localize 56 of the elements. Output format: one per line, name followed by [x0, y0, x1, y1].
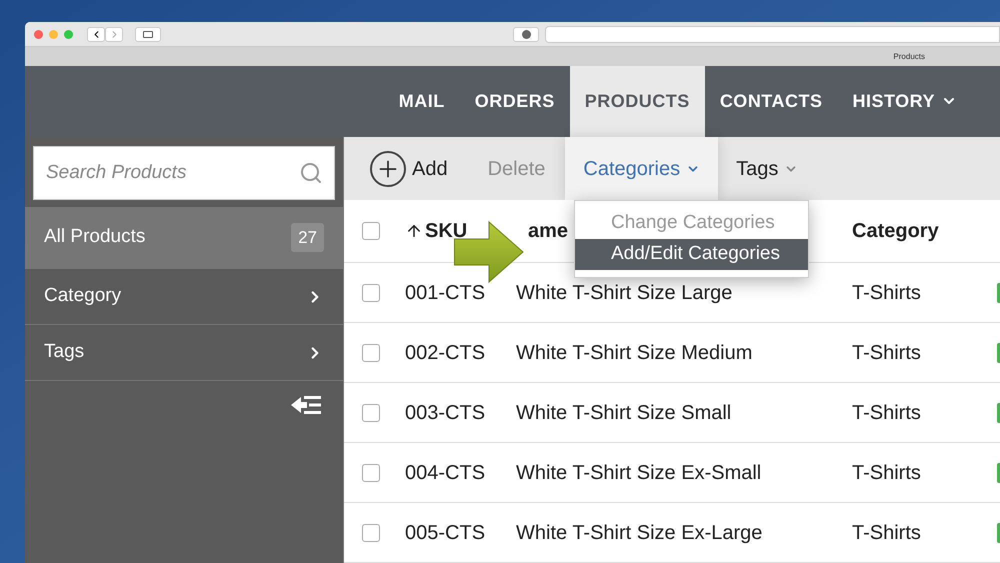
tab-title[interactable]: Products	[893, 50, 925, 63]
search-icon	[299, 161, 323, 185]
column-header[interactable]: SKU	[425, 216, 468, 246]
sidebar-item[interactable]: All Products 27	[25, 207, 343, 269]
status-tag	[997, 342, 1000, 362]
table-cell-text: White T-Shirt Size Large	[516, 280, 734, 306]
nav-tab[interactable]: ORDERS	[460, 66, 570, 137]
table-cell-text: T-Shirts	[852, 520, 921, 546]
count-badge: 27	[291, 222, 324, 252]
table-row[interactable]: 004-CTS White T-Shirt Size Ex-Small T-Shirts	[344, 443, 1000, 503]
status-tag	[997, 462, 1000, 482]
row-checkbox[interactable]	[362, 404, 380, 422]
column-header[interactable]: Category	[852, 216, 939, 246]
menu-item[interactable]: Add/Edit Categories	[575, 239, 808, 270]
table-cell-text: 003-CTS	[405, 400, 486, 426]
sidebar-item-label: All Products	[44, 225, 146, 250]
table-row[interactable]: 003-CTS White T-Shirt Size Small T-Shirts	[344, 383, 1000, 443]
sidebar-toggle-icon[interactable]	[135, 26, 161, 42]
table-cell-text: White T-Shirt Size Small	[516, 400, 732, 426]
nav-tab[interactable]: MAIL	[384, 66, 460, 137]
row-checkbox[interactable]	[362, 524, 380, 542]
add-button[interactable]: Add	[370, 137, 468, 200]
dropdown-button[interactable]: Tags	[718, 137, 816, 200]
nav-tab[interactable]: HISTORY	[837, 66, 972, 137]
dropdown-button[interactable]: Categories	[565, 137, 718, 200]
table-cell-text: T-Shirts	[852, 340, 921, 366]
table-cell-text: 002-CTS	[405, 340, 486, 366]
row-checkbox[interactable]	[362, 344, 380, 362]
select-all-checkbox[interactable]	[362, 222, 380, 240]
search-field[interactable]: Search Products	[33, 146, 335, 200]
table-cell-text: T-Shirts	[852, 280, 921, 306]
status-tag	[997, 402, 1000, 422]
status-tag	[997, 522, 1000, 542]
table-cell-text: T-Shirts	[852, 400, 921, 426]
table-cell-text: 001-CTS	[405, 280, 486, 306]
sidebar-item-label: Tags	[44, 340, 84, 364]
table-row[interactable]: 002-CTS White T-Shirt Size Medium T-Shirts	[344, 323, 1000, 383]
table-cell-text: 004-CTS	[405, 460, 486, 486]
collapse-sidebar-icon[interactable]	[291, 395, 321, 415]
adblock-icon[interactable]	[513, 26, 539, 42]
table-cell-text: White T-Shirt Size Ex-Small	[516, 460, 762, 486]
row-checkbox[interactable]	[362, 284, 380, 302]
table-cell-text: 005-CTS	[405, 520, 486, 546]
table-cell-text: T-Shirts	[852, 460, 921, 486]
row-checkbox[interactable]	[362, 464, 380, 482]
nav-tab[interactable]: CONTACTS	[704, 66, 838, 137]
table-cell-text: White T-Shirt Size Ex-Large	[516, 520, 764, 546]
sidebar-item-label: Category	[44, 284, 122, 308]
back-button[interactable]	[87, 26, 105, 42]
address-field[interactable]	[545, 26, 1000, 43]
sidebar-item[interactable]: Tags	[25, 325, 343, 381]
table-row[interactable]: 005-CTS White T-Shirt Size Ex-Large T-Shirts	[344, 503, 1000, 563]
status-tag	[997, 282, 1000, 302]
nav-tab[interactable]: PRODUCTS	[570, 66, 705, 137]
table-cell-text: White T-Shirt Size Medium	[516, 340, 754, 366]
sidebar-item[interactable]: Category	[25, 269, 343, 325]
